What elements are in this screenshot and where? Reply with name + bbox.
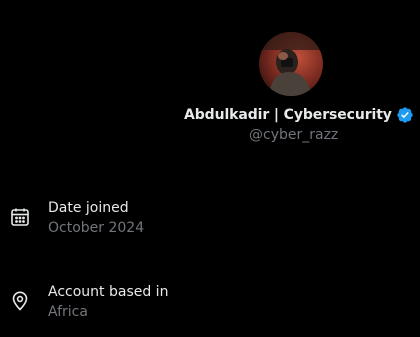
date-joined-label: Date joined — [48, 200, 129, 216]
account-location-value: Africa — [48, 304, 88, 320]
display-name-row: Abdulkadir | Cybersecurity — [184, 104, 414, 126]
avatar[interactable] — [259, 32, 323, 96]
account-location-row: Account based in Africa — [0, 284, 420, 328]
date-joined-value: October 2024 — [48, 220, 145, 236]
account-about-page: Abdulkadir | Cybersecurity @cyber_razz D… — [0, 0, 420, 337]
date-joined-row: Date joined October 2024 — [0, 200, 420, 244]
calendar-icon — [10, 207, 30, 227]
location-pin-icon — [10, 291, 30, 311]
display-name: Abdulkadir | Cybersecurity — [184, 107, 392, 123]
verified-badge-icon — [396, 106, 414, 124]
account-location-label: Account based in — [48, 284, 169, 300]
avatar-photo — [259, 32, 323, 96]
user-handle: @cyber_razz — [249, 127, 339, 143]
